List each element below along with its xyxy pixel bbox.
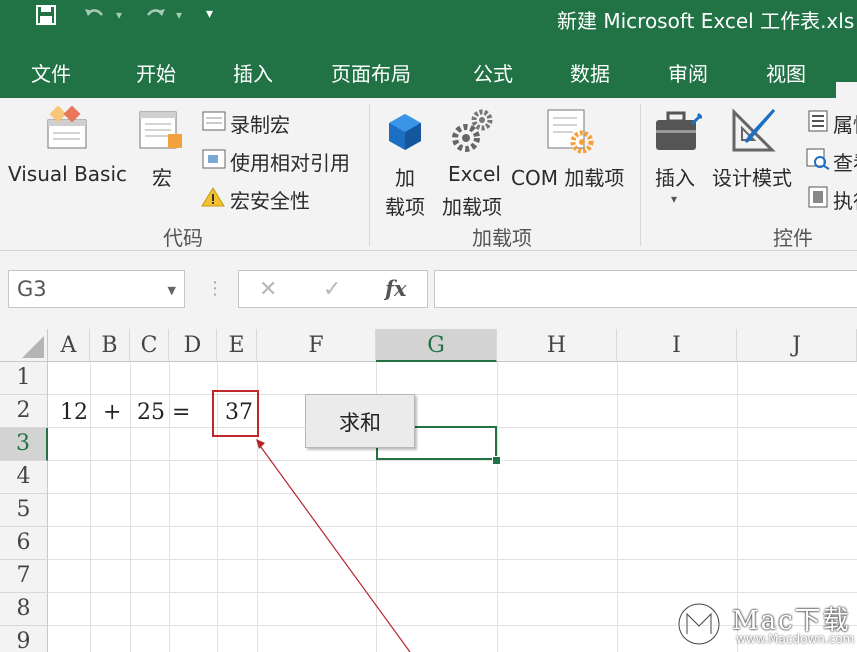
view-code-button[interactable]: 查看 xyxy=(833,147,857,176)
design-mode-button[interactable]: 设计模式 xyxy=(712,162,792,191)
excel-addins-button-line2[interactable]: 加载项 xyxy=(442,191,502,220)
save-icon[interactable] xyxy=(36,5,56,30)
relative-reference-button[interactable]: 使用相对引用 xyxy=(230,147,350,176)
visual-basic-button[interactable]: Visual Basic xyxy=(8,162,127,186)
watermark-logo-icon xyxy=(677,602,721,646)
com-addins-button[interactable]: COM 加载项 xyxy=(511,162,624,191)
watermark-url: www.Macdown.com xyxy=(736,632,855,646)
title-bar: ▾ ▾ ▾ 新建 Microsoft Excel 工作表.xls xyxy=(0,0,857,38)
name-box-value: G3 xyxy=(17,277,47,301)
enter-icon[interactable]: ✓ xyxy=(323,277,341,302)
macro-security-button[interactable]: 宏安全性 xyxy=(230,185,310,214)
tab-formulas[interactable]: 公式 xyxy=(473,58,513,87)
window-title: 新建 Microsoft Excel 工作表.xls xyxy=(557,9,855,33)
properties-button[interactable]: 属性 xyxy=(833,109,857,138)
macros-button[interactable]: 宏 xyxy=(152,162,172,191)
tab-file[interactable]: 文件 xyxy=(31,58,71,87)
tab-data[interactable]: 数据 xyxy=(570,58,610,87)
ribbon-tabs: 文件 开始 插入 页面布局 公式 数据 审阅 视图 xyxy=(0,38,857,136)
record-macro-button[interactable]: 录制宏 xyxy=(230,109,290,138)
watermark: Mac下载 www.Macdown.com xyxy=(672,600,855,650)
ribbon: Visual Basic 宏 录制宏 使用相对引用 宏安全性 代码 加 载项 E… xyxy=(0,98,857,251)
formula-bar-grip-icon[interactable]: ⋮ xyxy=(206,278,224,299)
insert-dropdown-icon[interactable]: ▾ xyxy=(671,192,677,206)
redo-icon[interactable] xyxy=(142,5,168,30)
record-macro-icon xyxy=(202,110,226,136)
name-box[interactable]: G3 ▼ xyxy=(8,270,185,308)
redo-dropdown-icon[interactable]: ▾ xyxy=(176,8,182,22)
worksheet-grid: A B C D E F G H I J 1 2 3 4 5 6 7 8 9 12… xyxy=(0,329,857,652)
controls-group-label: 控件 xyxy=(773,226,813,250)
excel-addins-button[interactable]: Excel xyxy=(448,162,501,186)
warning-icon xyxy=(201,186,225,212)
formula-buttons: ✕ ✓ fx xyxy=(238,270,428,308)
customize-icon[interactable]: ▾ xyxy=(206,6,213,22)
undo-icon[interactable] xyxy=(82,5,108,30)
code-group-label: 代码 xyxy=(163,226,203,250)
tab-view[interactable]: 视图 xyxy=(766,58,806,87)
tab-home[interactable]: 开始 xyxy=(136,58,176,87)
tab-insert[interactable]: 插入 xyxy=(233,58,273,87)
formula-input[interactable] xyxy=(434,270,857,308)
group-divider xyxy=(640,104,641,246)
chevron-down-icon[interactable]: ▼ xyxy=(168,284,176,297)
view-code-icon xyxy=(806,148,830,174)
insert-function-icon[interactable]: fx xyxy=(385,276,407,301)
addins-group-label: 加载项 xyxy=(472,226,532,250)
group-divider xyxy=(369,104,370,246)
gears-icon xyxy=(452,108,494,158)
insert-control-button[interactable]: 插入 xyxy=(655,162,695,191)
addins-button-line2[interactable]: 载项 xyxy=(385,191,425,220)
visual-basic-icon xyxy=(42,105,92,156)
properties-icon xyxy=(808,110,828,136)
run-dialog-icon xyxy=(808,186,828,212)
design-mode-icon xyxy=(730,108,780,158)
addins-cube-icon xyxy=(387,112,423,156)
relative-reference-icon xyxy=(202,148,226,174)
run-dialog-button[interactable]: 执行 xyxy=(833,185,857,214)
tab-review[interactable]: 审阅 xyxy=(668,58,708,87)
cancel-icon[interactable]: ✕ xyxy=(259,277,277,302)
macros-icon xyxy=(138,108,186,158)
toolbox-icon xyxy=(654,110,704,156)
undo-dropdown-icon[interactable]: ▾ xyxy=(116,8,122,22)
tab-page-layout[interactable]: 页面布局 xyxy=(331,58,411,87)
formula-bar: G3 ▼ ⋮ ✕ ✓ fx xyxy=(0,251,857,329)
addins-button[interactable]: 加 xyxy=(395,162,415,191)
com-addins-icon xyxy=(545,108,595,160)
